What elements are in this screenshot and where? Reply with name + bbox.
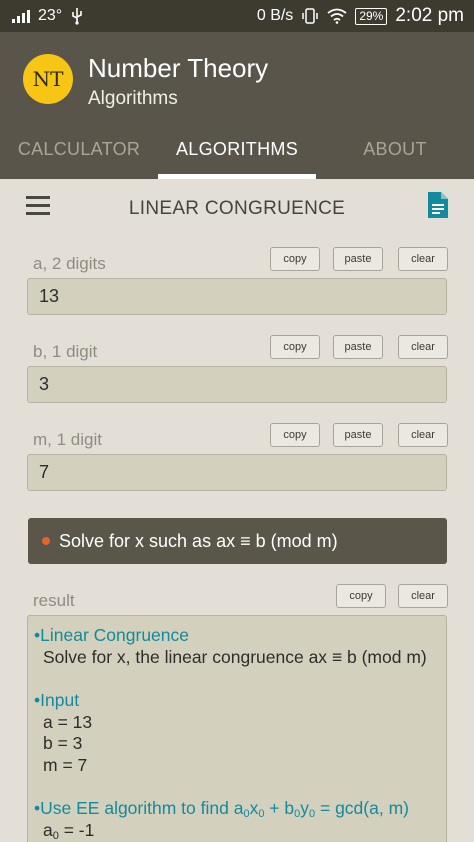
vibrate-icon bbox=[302, 8, 319, 24]
field-m-label: m, 1 digit bbox=[33, 430, 102, 449]
result-text-line: a0 = -1 bbox=[43, 819, 95, 842]
field-m-paste-button[interactable]: paste bbox=[333, 423, 383, 447]
network-speed: 0 B/s bbox=[256, 7, 294, 24]
app-subtitle: Algorithms bbox=[88, 88, 178, 109]
field-m-copy-button[interactable]: copy bbox=[270, 423, 320, 447]
status-bar: 23° 0 B/s 29% 2:02 pm bbox=[0, 0, 474, 32]
field-a-copy-button[interactable]: copy bbox=[270, 247, 320, 271]
field-a-label: a, 2 digits bbox=[33, 254, 106, 273]
tab-about[interactable]: ABOUT bbox=[316, 132, 474, 179]
result-output[interactable]: •Linear Congruence Solve for x, the line… bbox=[27, 615, 447, 842]
wifi-icon bbox=[327, 8, 347, 24]
app-title: Number Theory bbox=[88, 53, 269, 83]
battery-icon: 29% bbox=[355, 7, 388, 25]
result-heading-ee-algorithm: •Use EE algorithm to find a0x0 + b0y0 = … bbox=[34, 798, 409, 820]
toolbar: LINEAR CONGRUENCE bbox=[0, 179, 474, 237]
result-clear-button[interactable]: clear bbox=[398, 584, 448, 608]
result-heading-linear-congruence: •Linear Congruence bbox=[34, 625, 189, 645]
field-a-input[interactable]: 13 bbox=[27, 278, 447, 315]
field-m-clear-button[interactable]: clear bbox=[398, 423, 448, 447]
field-b-clear-button[interactable]: clear bbox=[398, 335, 448, 359]
result-text-line: b = 3 bbox=[43, 733, 83, 753]
field-b-label: b, 1 digit bbox=[33, 342, 98, 361]
result-text-line: m = 7 bbox=[43, 754, 88, 775]
temperature: 23° bbox=[38, 7, 63, 24]
result-label: result bbox=[33, 591, 75, 610]
tab-bar: CALCULATOR ALGORITHMS ABOUT bbox=[0, 132, 474, 179]
field-b-copy-button[interactable]: copy bbox=[270, 335, 320, 359]
solve-button-label: Solve for x such as ax ≡ b (mod m) bbox=[59, 530, 338, 551]
app-bar: NT Number Theory Algorithms CALCULATOR A… bbox=[0, 32, 474, 179]
page-title: LINEAR CONGRUENCE bbox=[128, 198, 346, 219]
tab-algorithms[interactable]: ALGORITHMS bbox=[158, 132, 316, 179]
field-a-paste-button[interactable]: paste bbox=[333, 247, 383, 271]
field-a-clear-button[interactable]: clear bbox=[398, 247, 448, 271]
field-b-input[interactable]: 3 bbox=[27, 366, 447, 403]
hamburger-menu-icon[interactable] bbox=[26, 196, 50, 216]
document-icon[interactable] bbox=[428, 192, 448, 218]
usb-icon bbox=[72, 8, 83, 25]
signal-icon bbox=[12, 9, 30, 23]
result-copy-button[interactable]: copy bbox=[336, 584, 386, 608]
field-m-input[interactable]: 7 bbox=[27, 454, 447, 491]
field-b-paste-button[interactable]: paste bbox=[333, 335, 383, 359]
app-logo: NT bbox=[23, 54, 73, 104]
bullet-dot-icon bbox=[42, 537, 50, 545]
clock: 2:02 pm bbox=[395, 5, 464, 26]
result-text-line: Solve for x, the linear congruence ax ≡ … bbox=[43, 646, 427, 667]
tab-calculator[interactable]: CALCULATOR bbox=[0, 132, 158, 179]
result-heading-input: •Input bbox=[34, 690, 80, 710]
solve-button[interactable]: Solve for x such as ax ≡ b (mod m) bbox=[28, 518, 447, 564]
result-text-line: a = 13 bbox=[43, 711, 93, 732]
